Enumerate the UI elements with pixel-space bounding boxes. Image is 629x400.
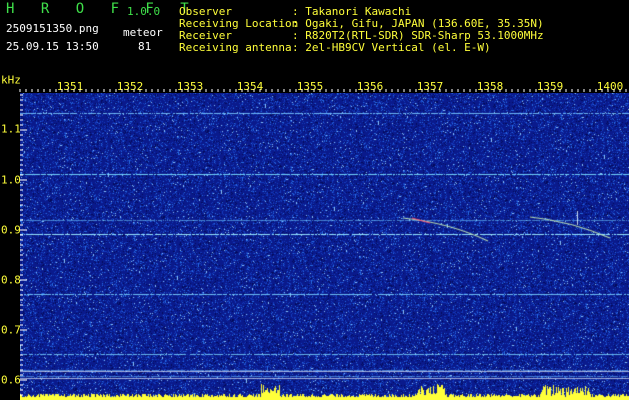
antenna-value: : 2el-HB9CV Vertical (el. E-W): [292, 41, 491, 54]
freq-tick-label: 0.7: [1, 323, 21, 337]
time-tick-label: 1355: [296, 80, 324, 93]
time-tick-label: 1400: [596, 80, 624, 93]
app-version: 1.0.0: [127, 5, 161, 18]
time-tick-label: 1356: [356, 80, 384, 93]
freq-tick-label: 0.9: [1, 223, 21, 237]
antenna-label: Receiving antenna: [179, 41, 292, 54]
time-tick-label: 1358: [476, 80, 504, 93]
meteor-count: 81: [138, 40, 152, 53]
hrofft-screen: H R O F F T 1.0.0 2509151350.png meteor …: [0, 0, 629, 400]
datetime: 25.09.15 13:50: [6, 40, 99, 53]
time-tick-label: 1352: [116, 80, 144, 93]
time-tick-label: 1351: [56, 80, 84, 93]
spectrogram-waterfall: [20, 93, 629, 400]
mode-label: meteor: [123, 26, 163, 39]
file-name: 2509151350.png: [6, 22, 99, 35]
freq-unit-label: kHz: [1, 73, 21, 87]
freq-tick-label: 0.6: [1, 373, 21, 387]
freq-tick-label: 0.8: [1, 273, 21, 287]
time-tick-label: 1354: [236, 80, 264, 93]
app-title: H R O F F T: [6, 1, 198, 17]
freq-tick-label: 1.0: [1, 173, 21, 187]
freq-tick-label: 1.1: [1, 122, 21, 136]
time-tick-label: 1359: [536, 80, 564, 93]
time-tick-label: 1353: [176, 80, 204, 93]
time-tick-label: 1357: [416, 80, 444, 93]
